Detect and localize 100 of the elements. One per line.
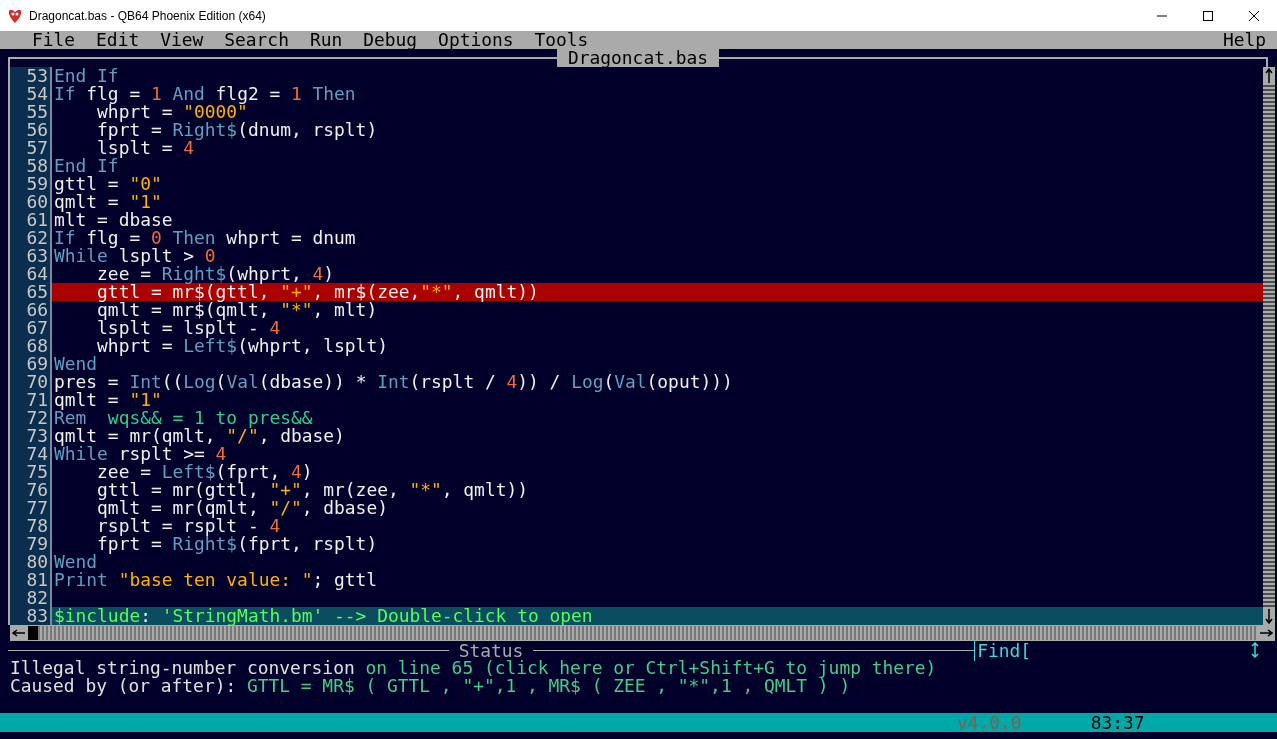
menu-item[interactable]: View <box>160 31 204 49</box>
cursor-position: 83:37 <box>1090 713 1145 732</box>
code-text: , qmlt)) <box>452 281 539 302</box>
code-number: 4 <box>291 461 302 482</box>
vertical-scrollbar[interactable] <box>1263 67 1275 625</box>
scroll-thumb[interactable] <box>28 626 38 640</box>
window-title: Dragoncat.bas - QB64 Phoenix Edition (x64) <box>29 8 266 23</box>
code-text: : <box>140 605 152 626</box>
code-keyword: End If <box>54 65 119 86</box>
code-keyword: While <box>54 245 108 266</box>
code-string: "*" <box>409 479 442 500</box>
code-keyword: Wend <box>54 551 98 572</box>
file-tab[interactable]: Dragoncat.bas <box>557 49 719 67</box>
code-number: 1 <box>291 83 302 104</box>
code-string: "1" <box>129 191 162 212</box>
code-keyword: Int <box>377 371 410 392</box>
line-number: 69 <box>25 355 49 373</box>
line-number: 66 <box>25 301 49 319</box>
line-number: 54 <box>25 85 49 103</box>
line-number: 64 <box>25 265 49 283</box>
code-text: (whprt, <box>226 263 303 284</box>
code-keyword: Left$ <box>161 461 216 482</box>
code-text: (fprt, rsplt) <box>237 533 378 554</box>
horizontal-scrollbar[interactable] <box>10 625 1275 641</box>
code-string: "1" <box>129 389 162 410</box>
menu-item[interactable]: Options <box>438 31 514 49</box>
down-arrow-icon[interactable] <box>1265 608 1273 624</box>
code-keyword: Then <box>171 227 216 248</box>
line-number: 62 <box>25 229 49 247</box>
menu-item[interactable]: Run <box>309 31 343 49</box>
code-string: "*" <box>420 281 453 302</box>
line-number: 75 <box>25 463 49 481</box>
code-keyword: Val <box>614 371 647 392</box>
code-text: gttl = <box>54 173 120 194</box>
code-string: "0" <box>129 173 162 194</box>
code-number: 4 <box>269 515 281 536</box>
line-number: 76 <box>25 481 49 499</box>
line-number: 56 <box>25 121 49 139</box>
menu-item[interactable]: Edit <box>96 31 140 49</box>
code-number: 0 <box>204 245 216 266</box>
code-text: flg2 = <box>215 83 282 104</box>
code-keyword: Right$ <box>172 119 238 140</box>
menu-item[interactable]: Tools <box>534 31 589 49</box>
line-number: 82 <box>25 589 49 607</box>
code-number: 4 <box>215 443 227 464</box>
left-arrow-icon[interactable] <box>12 629 26 637</box>
code-text: (dnum, rsplt) <box>237 119 378 140</box>
line-number: 80 <box>25 553 49 571</box>
code-text: (rsplt / <box>409 371 497 392</box>
app-icon <box>7 7 23 24</box>
code-text: , qmlt)) <box>441 479 528 500</box>
line-number: 83 <box>25 607 49 625</box>
code-number: 1 <box>150 83 162 104</box>
code-text: ( <box>215 371 227 392</box>
line-number: 77 <box>25 499 49 517</box>
find-field[interactable]: Find[ <box>974 639 1031 661</box>
code-text: (whprt, lsplt) <box>237 335 388 356</box>
code-number: 4 <box>183 137 195 158</box>
line-number: 79 <box>25 535 49 553</box>
code-string: "*" <box>280 299 313 320</box>
code-text: , mr(zee, <box>301 479 400 500</box>
code-text: ) <box>323 263 335 284</box>
code-keyword: Int <box>129 371 162 392</box>
line-number: 57 <box>25 139 49 157</box>
code-number: 4 <box>269 317 281 338</box>
code-text: (( <box>161 371 184 392</box>
code-keyword: Right$ <box>161 263 227 284</box>
menu-item[interactable]: File <box>32 31 76 49</box>
code-text: (fprt, <box>215 461 282 482</box>
menu-item[interactable]: Debug <box>363 31 418 49</box>
code-keyword: Then <box>311 83 356 104</box>
line-number: 63 <box>25 247 49 265</box>
menu-item[interactable]: Search <box>224 31 289 49</box>
line-number: 73 <box>25 427 49 445</box>
code-text: , dbase) <box>301 497 388 518</box>
code-keyword: Val <box>226 371 259 392</box>
code-text: )) / <box>517 371 562 392</box>
right-arrow-icon[interactable] <box>1259 629 1273 637</box>
line-number: 61 <box>25 211 49 229</box>
code-keyword: Log <box>571 371 604 392</box>
menu-item[interactable]: Help <box>1222 31 1266 49</box>
code-text: lsplt > <box>117 245 196 266</box>
code-keyword: Print <box>54 569 108 590</box>
code-keyword: If <box>54 83 76 104</box>
line-number: 53 <box>25 67 49 85</box>
code-number: 0 <box>150 227 162 248</box>
code-keyword: If <box>54 227 76 248</box>
code-string: "+" <box>269 479 302 500</box>
code-metacommand: $include <box>54 605 141 626</box>
code-string: "/" <box>269 497 302 518</box>
code-comment: wqs&& = 1 to pres&& <box>106 407 313 428</box>
up-arrow-icon[interactable] <box>1265 68 1273 84</box>
code-text: ) <box>301 461 313 482</box>
code-text: (dbase)) * <box>258 371 368 392</box>
line-number: 55 <box>25 103 49 121</box>
status-message: Illegal string-number conversion <box>10 657 356 678</box>
line-number: 78 <box>25 517 49 535</box>
line-number: 68 <box>25 337 49 355</box>
code-keyword: End If <box>54 155 119 176</box>
up-down-arrow-icon[interactable] <box>1251 642 1259 658</box>
